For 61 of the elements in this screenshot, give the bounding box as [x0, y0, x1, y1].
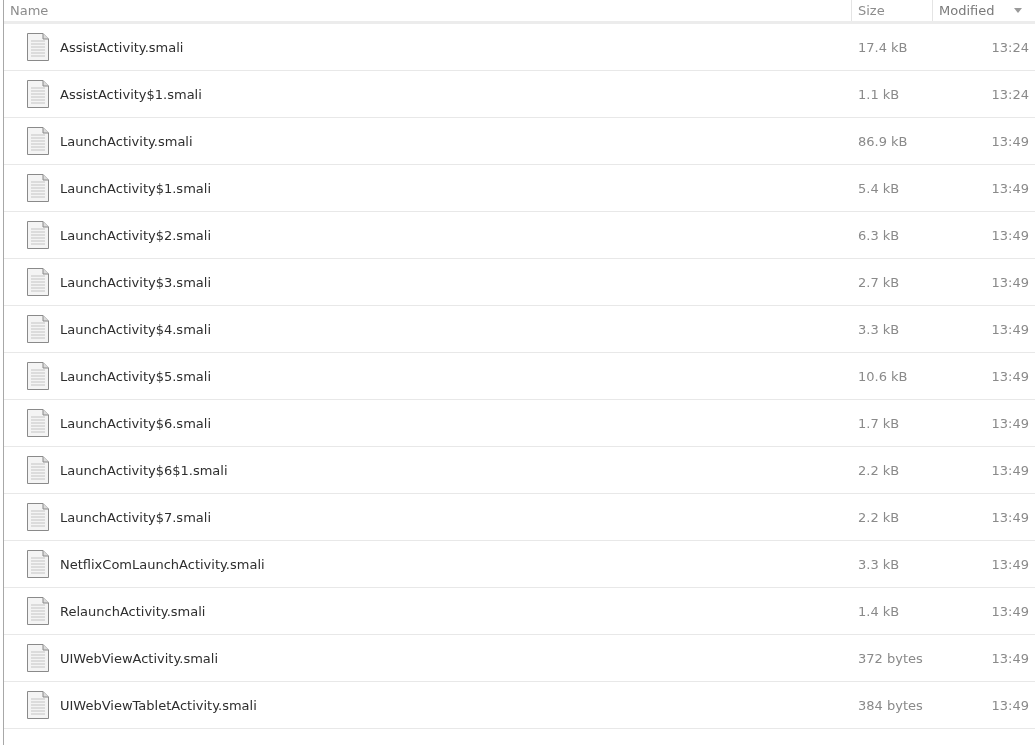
- file-name[interactable]: LaunchActivity$1.smali: [60, 180, 211, 196]
- file-name[interactable]: AssistActivity.smali: [60, 39, 184, 55]
- file-size: 1.4 kB: [858, 603, 900, 619]
- file-name[interactable]: AssistActivity$1.smali: [60, 86, 202, 102]
- file-size: 2.2 kB: [858, 509, 900, 525]
- modified-time: 13:49: [991, 180, 1029, 196]
- modified-time: 13:49: [991, 697, 1029, 713]
- text-file-icon: [26, 690, 50, 720]
- file-name[interactable]: RelaunchActivity.smali: [60, 603, 206, 619]
- modified-time: 13:49: [991, 603, 1029, 619]
- text-file-icon: [26, 79, 50, 109]
- text-file-icon: [26, 361, 50, 391]
- file-size: 86.9 kB: [858, 133, 908, 149]
- text-file-icon: [26, 408, 50, 438]
- modified-time: 13:49: [991, 368, 1029, 384]
- text-file-icon: [26, 173, 50, 203]
- file-size: 2.2 kB: [858, 462, 900, 478]
- file-name[interactable]: LaunchActivity$2.smali: [60, 227, 211, 243]
- text-file-icon: [26, 596, 50, 626]
- file-name[interactable]: LaunchActivity$6$1.smali: [60, 462, 228, 478]
- modified-time: 13:49: [991, 274, 1029, 290]
- text-file-icon: [26, 455, 50, 485]
- file-size: 10.6 kB: [858, 368, 908, 384]
- text-file-icon: [26, 502, 50, 532]
- sort-arrow-icon: [1014, 8, 1022, 13]
- text-file-icon: [26, 549, 50, 579]
- modified-time: 13:24: [991, 86, 1029, 102]
- file-name[interactable]: LaunchActivity$4.smali: [60, 321, 211, 337]
- modified-time: 13:49: [991, 509, 1029, 525]
- file-size: 1.7 kB: [858, 415, 900, 431]
- modified-time: 13:49: [991, 415, 1029, 431]
- file-name[interactable]: NetflixComLaunchActivity.smali: [60, 556, 265, 572]
- text-file-icon: [26, 314, 50, 344]
- file-name[interactable]: UIWebViewActivity.smali: [60, 650, 219, 666]
- text-file-icon: [26, 267, 50, 297]
- modified-time: 13:49: [991, 321, 1029, 337]
- modified-time: 13:49: [991, 227, 1029, 243]
- text-file-icon: [26, 32, 50, 62]
- file-size: 3.3 kB: [858, 321, 900, 337]
- file-name[interactable]: LaunchActivity$6.smali: [60, 415, 211, 431]
- modified-time: 13:49: [991, 650, 1029, 666]
- file-size: 2.7 kB: [858, 274, 900, 290]
- file-size: 384 bytes: [858, 697, 923, 713]
- file-size: 6.3 kB: [858, 227, 900, 243]
- modified-time: 13:49: [991, 556, 1029, 572]
- file-size: 17.4 kB: [858, 39, 908, 55]
- modified-time: 13:24: [991, 39, 1029, 55]
- text-file-icon: [26, 220, 50, 250]
- file-size: 1.1 kB: [858, 86, 900, 102]
- file-size: 5.4 kB: [858, 180, 900, 196]
- modified-time: 13:49: [991, 133, 1029, 149]
- modified-time: 13:49: [991, 462, 1029, 478]
- text-file-icon: [26, 643, 50, 673]
- file-name[interactable]: LaunchActivity$3.smali: [60, 274, 211, 290]
- file-name[interactable]: LaunchActivity.smali: [60, 133, 193, 149]
- file-size: 3.3 kB: [858, 556, 900, 572]
- file-name[interactable]: LaunchActivity$7.smali: [60, 509, 211, 525]
- file-name[interactable]: UIWebViewTabletActivity.smali: [60, 697, 257, 713]
- file-size: 372 bytes: [858, 650, 923, 666]
- text-file-icon: [26, 126, 50, 156]
- file-name[interactable]: LaunchActivity$5.smali: [60, 368, 211, 384]
